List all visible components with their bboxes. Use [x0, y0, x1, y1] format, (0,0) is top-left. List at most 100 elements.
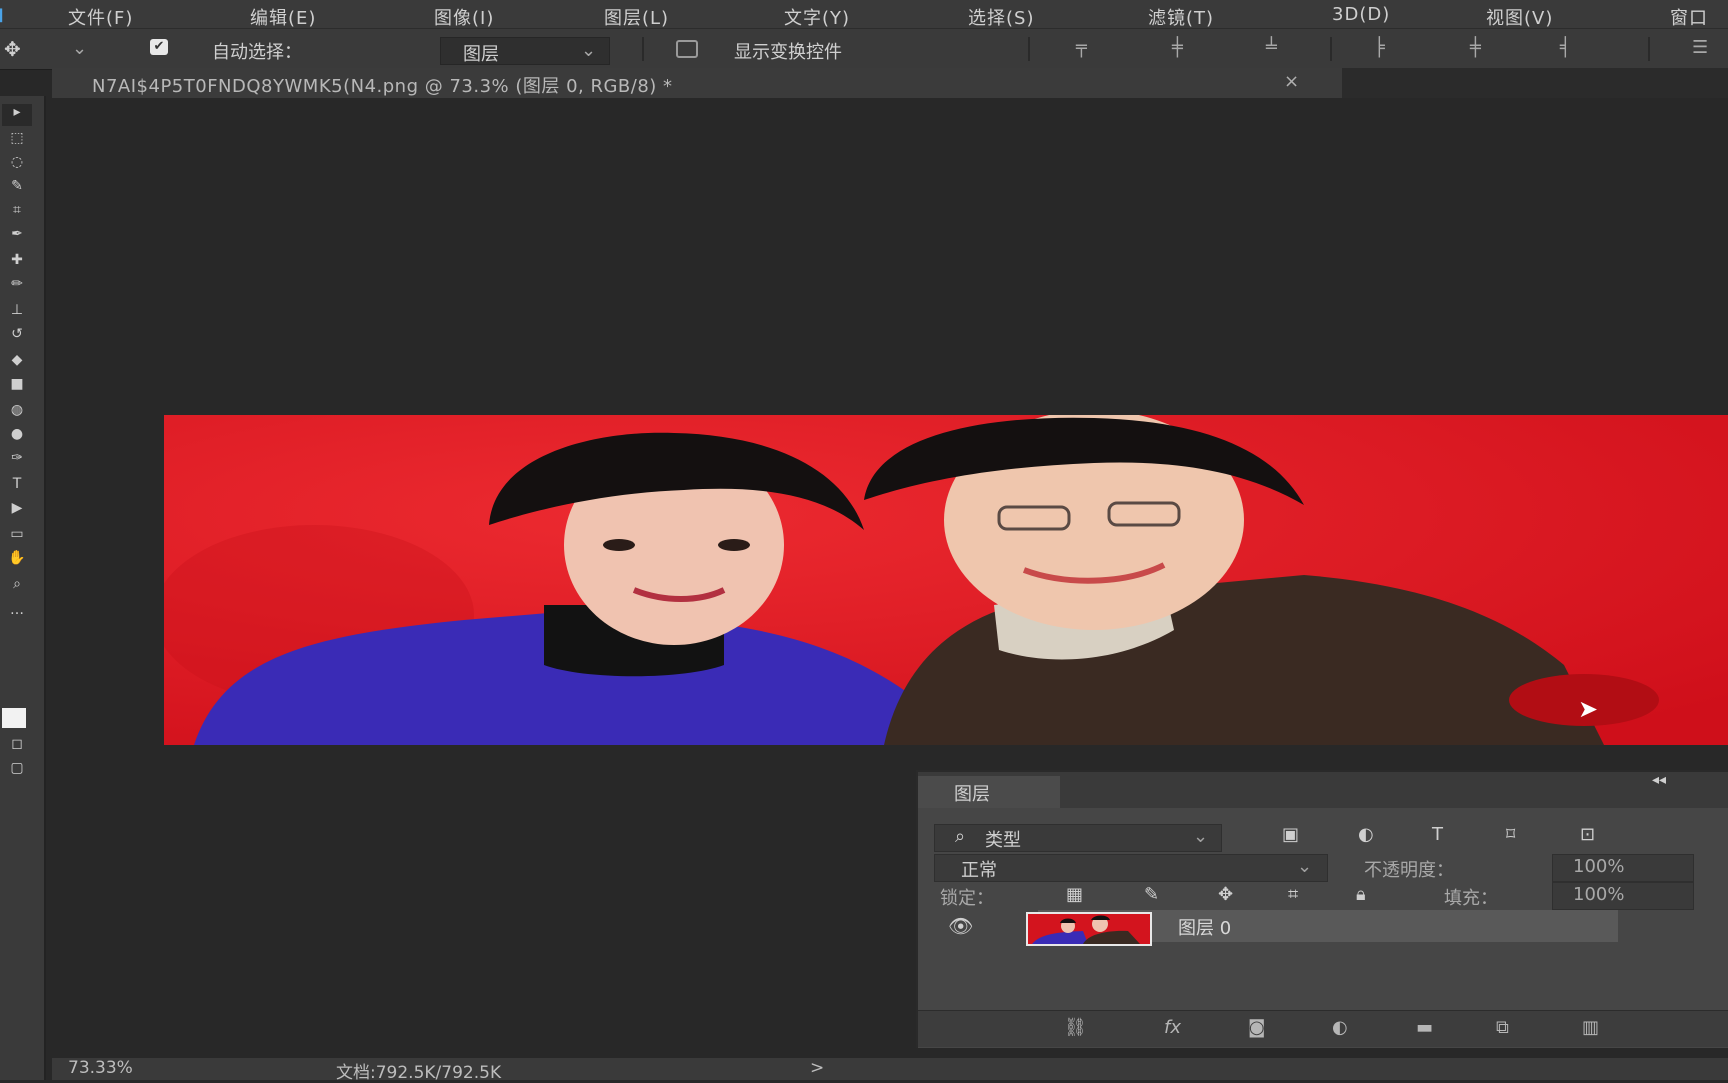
align-vcenter-icon[interactable]: ╪ [1172, 37, 1183, 58]
more-tools-icon[interactable]: … [2, 602, 32, 624]
panel-footer: ⛓ fx ◙ ◐ ▬ ⧉ ▥ [918, 1010, 1728, 1047]
hand-tool[interactable]: ✋ [2, 550, 32, 572]
layer-name: 图层 0 [1178, 918, 1232, 939]
path-select-tool[interactable]: ▶ [2, 500, 32, 522]
menu-image[interactable]: 图像(I) [434, 4, 494, 30]
screen-mode-icon[interactable]: ▢ [2, 760, 32, 782]
collapse-icon[interactable]: ◂◂ [1652, 772, 1666, 788]
filter-type-dropdown[interactable]: ⌕ 类型 ⌄ [934, 824, 1222, 852]
document-tab-bar: N7AI$4P5T0FNDQ8YWMK5(N4.png @ 73.3% (图层 … [52, 68, 1728, 98]
gradient-tool[interactable]: ■ [2, 376, 32, 398]
lock-all-icon[interactable]: 🔒︎ [1356, 884, 1366, 905]
marquee-tool[interactable]: ⬚ [2, 130, 32, 152]
document-tab[interactable]: N7AI$4P5T0FNDQ8YWMK5(N4.png @ 73.3% (图层 … [52, 68, 1342, 98]
checkbox-checked-icon[interactable]: ✔ [150, 39, 168, 55]
menu-bar: ▮ 文件(F) 编辑(E) 图像(I) 图层(L) 文字(Y) 选择(S) 滤镜… [0, 0, 1728, 30]
filter-pixel-icon[interactable]: ▣ [1282, 824, 1299, 845]
filter-type-icon[interactable]: T [1432, 824, 1443, 845]
folder-icon[interactable]: ▬ [1416, 1017, 1433, 1038]
chevron-down-icon: ⌄ [1297, 856, 1313, 877]
app-logo[interactable]: ▮ [0, 4, 5, 25]
lock-pixels-brush-icon[interactable]: ✎ [1144, 884, 1159, 905]
menu-3d[interactable]: 3D(D) [1332, 4, 1390, 25]
zoom-level[interactable]: 73.33% [68, 1058, 133, 1078]
opacity-input[interactable]: 100% [1552, 854, 1694, 882]
options-bar: ✥ ⌄ ✔ 自动选择： 图层 ⌄ 显示变换控件 ╤ ╪ ╧ ╞ ╪ ╡ ☰ [0, 28, 1728, 70]
align-bottom-icon[interactable]: ╧ [1266, 37, 1277, 58]
opacity-value: 100% [1573, 856, 1625, 877]
couple-photo [164, 415, 1728, 745]
eye-icon[interactable]: 👁︎ [948, 914, 973, 938]
menu-layer[interactable]: 图层(L) [604, 4, 669, 30]
document-tab-title: N7AI$4P5T0FNDQ8YWMK5(N4.png @ 73.3% (图层 … [92, 76, 673, 97]
filter-shape-icon[interactable]: ⌑ [1506, 824, 1515, 845]
lock-transparent-icon[interactable]: ▦ [1066, 884, 1083, 905]
blur-tool[interactable]: ◍ [2, 402, 32, 424]
layer-thumbnail[interactable] [1026, 912, 1152, 946]
distribute-icon[interactable]: ☰ [1692, 37, 1708, 58]
auto-select-dropdown[interactable]: 图层 ⌄ [440, 37, 610, 65]
fill-input[interactable]: 100% [1552, 882, 1694, 910]
photo-canvas-image[interactable]: ➤ [164, 415, 1728, 745]
lock-label: 锁定： [940, 888, 994, 909]
eraser-tool[interactable]: ◆ [2, 352, 32, 374]
fill-value: 100% [1573, 884, 1625, 905]
close-icon[interactable]: × [1284, 71, 1299, 92]
crop-tool[interactable]: ⌗ [2, 202, 32, 224]
chevron-right-icon[interactable]: > [810, 1058, 824, 1078]
divider [1648, 37, 1650, 61]
adjustment-icon[interactable]: ◐ [1332, 1017, 1348, 1038]
blend-mode-dropdown[interactable]: 正常 ⌄ [934, 854, 1328, 882]
layer-thumbnail-image [1028, 914, 1150, 944]
pen-tool[interactable]: ✑ [2, 450, 32, 472]
blend-mode-value: 正常 [961, 860, 997, 881]
type-tool[interactable]: T [2, 476, 32, 498]
align-right-icon[interactable]: ╡ [1560, 37, 1571, 58]
fill-label: 填充： [1444, 888, 1498, 909]
cursor-arrow-icon: ➤ [1578, 695, 1599, 723]
stamp-tool[interactable]: ⊥ [2, 302, 32, 324]
auto-select-value: 图层 [463, 44, 499, 65]
menu-select[interactable]: 选择(S) [968, 4, 1034, 30]
quick-select-tool[interactable]: ✎ [2, 178, 32, 200]
menu-window[interactable]: 窗口 [1670, 4, 1708, 30]
foreground-color-swatch[interactable] [2, 708, 26, 728]
link-icon[interactable]: ⛓ [1064, 1017, 1087, 1038]
zoom-tool[interactable]: ⌕ [2, 576, 32, 598]
status-bar: 73.33% 文档:792.5K/792.5K > [52, 1058, 1728, 1083]
shape-tool[interactable]: ▭ [2, 526, 32, 548]
menu-filter[interactable]: 滤镜(T) [1148, 4, 1214, 30]
healing-tool[interactable]: ✚ [2, 252, 32, 274]
history-brush-tool[interactable]: ↺ [2, 326, 32, 348]
align-hcenter-icon[interactable]: ╪ [1470, 37, 1481, 58]
align-top-icon[interactable]: ╤ [1076, 37, 1087, 58]
tools-panel: ▸ ⬚ ◌ ✎ ⌗ ✒ ✚ ✏ ⊥ ↺ ◆ ■ ◍ ● ✑ T ▶ ▭ ✋ ⌕ … [0, 96, 46, 1080]
eyedropper-tool[interactable]: ✒ [2, 226, 32, 248]
menu-view[interactable]: 视图(V) [1486, 4, 1553, 30]
layers-tab-label: 图层 [954, 784, 990, 805]
lock-position-icon[interactable]: ✥ [1218, 884, 1233, 905]
menu-file[interactable]: 文件(F) [68, 4, 133, 30]
show-transform-checkbox[interactable] [676, 40, 698, 58]
move-tool-icon[interactable]: ✥ [4, 37, 21, 61]
quick-mask-icon[interactable]: ◻ [2, 736, 32, 758]
filter-type-label: 类型 [985, 830, 1021, 851]
divider [1028, 37, 1030, 61]
brush-tool[interactable]: ✏ [2, 276, 32, 298]
chevron-down-icon[interactable]: ⌄ [72, 38, 87, 59]
menu-type[interactable]: 文字(Y) [784, 4, 850, 30]
menu-edit[interactable]: 编辑(E) [250, 4, 316, 30]
mask-icon[interactable]: ◙ [1248, 1017, 1265, 1038]
filter-adjustment-icon[interactable]: ◐ [1358, 824, 1374, 845]
filter-smart-object-icon[interactable]: ⊡ [1580, 824, 1595, 845]
new-layer-icon[interactable]: ⧉ [1496, 1017, 1509, 1038]
align-left-icon[interactable]: ╞ [1374, 37, 1385, 58]
fx-button[interactable]: fx [1164, 1017, 1181, 1038]
lock-artboard-icon[interactable]: ⌗ [1288, 884, 1298, 905]
move-tool[interactable]: ▸ [2, 104, 32, 126]
tab-layers[interactable]: 图层 [918, 776, 1060, 808]
lasso-tool[interactable]: ◌ [2, 154, 32, 176]
dodge-tool[interactable]: ● [2, 426, 32, 448]
trash-icon[interactable]: ▥ [1582, 1017, 1599, 1038]
layers-panel: 图层 ◂◂ ⌕ 类型 ⌄ ▣ ◐ T ⌑ ⊡ 正常 ⌄ 不透明度： 100% 锁… [916, 770, 1728, 1048]
